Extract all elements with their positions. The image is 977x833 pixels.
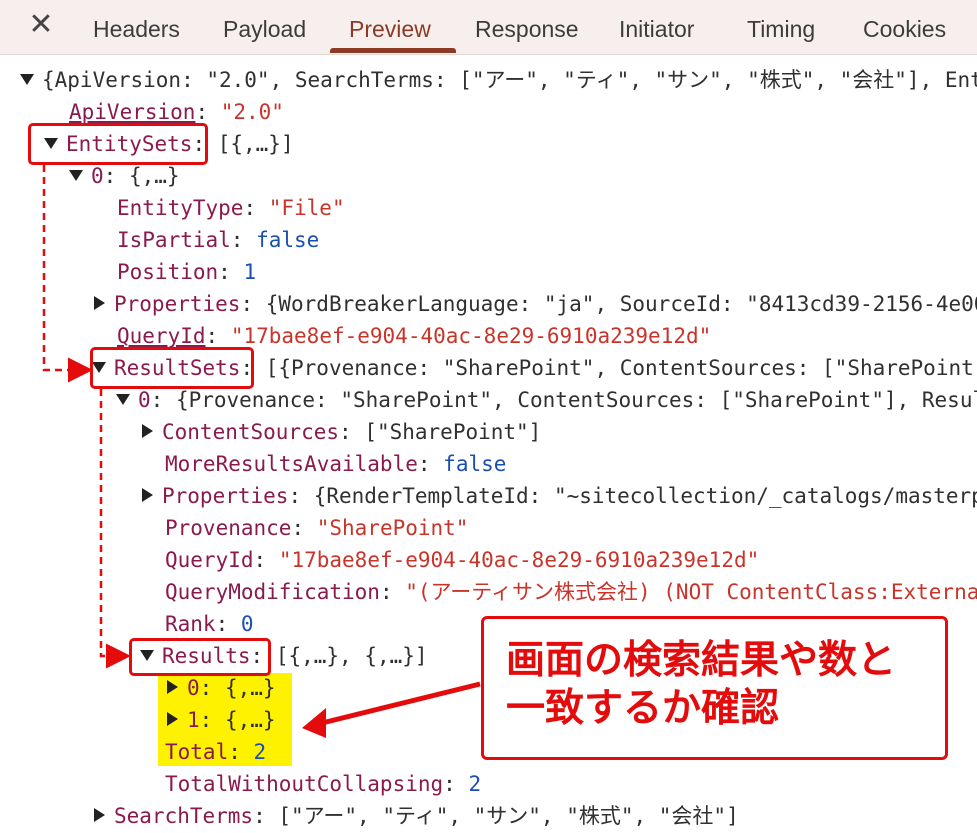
callout-pointer-head — [302, 708, 326, 738]
expand-right-icon[interactable] — [167, 680, 178, 694]
expand-down-icon[interactable] — [116, 393, 130, 405]
tab-headers[interactable]: Headers — [93, 0, 180, 54]
tab-cookies[interactable]: Cookies — [863, 0, 946, 54]
expand-down-icon[interactable] — [20, 73, 34, 85]
tree-row-properties-2[interactable]: Properties: {RenderTemplateId: "~sitecol… — [140, 480, 977, 512]
tree-row-moreresultsavailable: MoreResultsAvailable: false — [165, 452, 507, 476]
tab-initiator[interactable]: Initiator — [619, 0, 694, 54]
tree-row-queryid-2: QueryId: "17bae8ef-e904-40ac-8e29-6910a2… — [165, 548, 760, 572]
active-tab-indicator — [330, 48, 456, 53]
devtools-tab-bar: ✕ Headers Payload Preview Response Initi… — [0, 0, 977, 55]
tree-row-ispartial: IsPartial: false — [117, 228, 320, 252]
annotation-line-1: 画面の検索結果や数と — [506, 638, 897, 683]
tree-row-root[interactable]: {ApiVersion: "2.0", SearchTerms: ["アー", … — [20, 64, 977, 96]
tree-row-properties[interactable]: Properties: {WordBreakerLanguage: "ja", … — [92, 288, 977, 320]
tab-preview[interactable]: Preview — [349, 0, 431, 54]
tree-row-provenance: Provenance: "SharePoint" — [165, 516, 469, 540]
close-icon[interactable]: ✕ — [26, 8, 56, 42]
expand-right-icon[interactable] — [142, 424, 153, 438]
tree-row-result-0[interactable]: 0: {,…} — [165, 672, 276, 704]
expand-right-icon[interactable] — [94, 296, 105, 310]
tab-payload[interactable]: Payload — [223, 0, 306, 54]
resultsets-to-results-arrow — [99, 389, 131, 669]
tree-row-total: Total: 2 — [165, 740, 267, 764]
resultsets-annotation-box — [90, 347, 254, 389]
tab-timing[interactable]: Timing — [747, 0, 815, 54]
expand-right-icon[interactable] — [167, 712, 178, 726]
expand-down-icon[interactable] — [69, 169, 83, 181]
annotation-line-2: 一致するか確認 — [506, 686, 780, 731]
tree-row-contentsources[interactable]: ContentSources: ["SharePoint"] — [140, 416, 541, 448]
expand-right-icon[interactable] — [142, 488, 153, 502]
tree-row-querymodification: QueryModification: "(アーティサン株式会社) (NOT Co… — [165, 580, 977, 604]
callout-pointer-line — [317, 681, 481, 727]
expand-right-icon[interactable] — [94, 808, 105, 822]
entitysets-annotation-box — [28, 123, 208, 165]
tree-row-result-1[interactable]: 1: {,…} — [165, 704, 276, 736]
tree-row-searchterms[interactable]: SearchTerms: ["アー", "ティ", "サン", "株式", "会… — [92, 800, 739, 832]
annotation-callout: 画面の検索結果や数と 一致するか確認 — [481, 616, 948, 760]
tree-row-rank: Rank: 0 — [165, 612, 254, 636]
entitysets-to-resultsets-arrow — [42, 165, 93, 383]
tree-row-position: Position: 1 — [117, 260, 257, 284]
tree-row-totalwithoutcollapsing: TotalWithoutCollapsing: 2 — [165, 772, 482, 796]
tab-response[interactable]: Response — [475, 0, 579, 54]
results-annotation-box — [129, 638, 271, 676]
tree-row-entitytype: EntityType: "File" — [117, 196, 345, 220]
